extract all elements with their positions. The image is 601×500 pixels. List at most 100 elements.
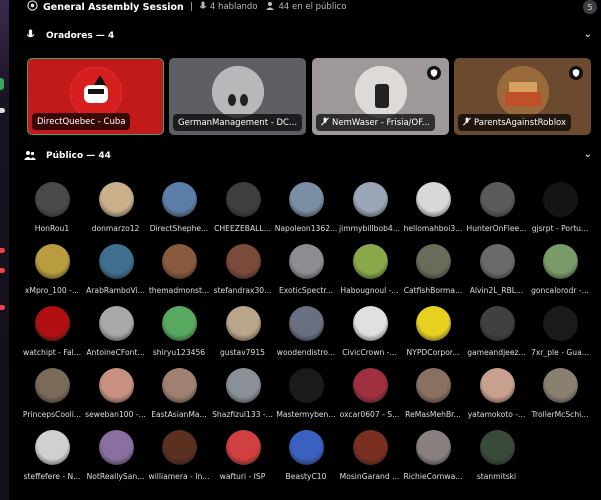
audience-member[interactable]: hellomahboi3... — [399, 180, 469, 242]
audience-member[interactable]: NYPDCorpor... — [399, 304, 469, 366]
member-name: donmarzo12 — [91, 224, 140, 233]
avatar — [225, 430, 261, 465]
audience-member[interactable]: Habougnoul -... — [336, 242, 406, 304]
avatar — [211, 66, 264, 118]
member-name: Alvin2L_RBL... — [469, 286, 524, 295]
avatar — [416, 368, 451, 403]
audience-member[interactable]: RichieCornwa... — [399, 428, 469, 490]
speaker-tile-parentsagainstroblox[interactable]: ParentsAgainstRoblox — [454, 58, 591, 135]
chevron-down-icon[interactable]: ⌄ — [584, 29, 592, 40]
audience-member[interactable]: DirectShephe... — [145, 180, 215, 242]
member-name: ReMasMehBr... — [405, 410, 461, 419]
audience-member[interactable]: BeastyC10 — [272, 428, 342, 490]
mic-icon — [199, 1, 207, 14]
audience-member[interactable]: oxcar0607 - S... — [336, 366, 406, 428]
member-name: EastAsianMa... — [151, 410, 207, 419]
avatar — [416, 430, 451, 465]
audience-member[interactable]: 7xr_ple - Gua... — [526, 304, 596, 366]
audience-member[interactable]: MosinGarand ... — [336, 428, 406, 490]
audience-member[interactable]: williamera - In... — [145, 428, 215, 490]
audience-member[interactable]: seweban100 -... — [82, 366, 152, 428]
avatar — [496, 66, 549, 118]
member-name: jimmybillbob4... — [338, 224, 401, 233]
avatar — [289, 244, 324, 279]
member-name: NYPDCorpor... — [406, 348, 460, 357]
avatar — [162, 368, 197, 403]
audience-member[interactable]: CHEEZEBALL... — [209, 180, 279, 242]
member-name: CHEEZEBALL... — [214, 224, 271, 233]
avatar — [35, 368, 70, 403]
member-name: goncalorodr -... — [531, 286, 589, 295]
avatar — [352, 430, 388, 465]
member-name: TrollerMcSchi... — [531, 410, 589, 419]
stage-icon — [27, 0, 38, 14]
audience-member[interactable]: AntoineCFont... — [82, 304, 152, 366]
audience-member[interactable]: stanmitski — [463, 428, 533, 490]
rail-notification-dot — [0, 268, 5, 273]
audience-member[interactable]: yatamokoto -... — [463, 366, 533, 428]
speaker-tile-directquebec[interactable]: DirectQuebec - Cuba — [27, 58, 164, 135]
audience-member[interactable]: CatfishBorma... — [399, 242, 469, 304]
audience-member[interactable]: Alvin2L_RBL... — [463, 242, 533, 304]
avatar — [289, 182, 324, 217]
audience-member[interactable]: wafturi - ISP — [209, 428, 279, 490]
audience-member[interactable]: EastAsianMa... — [145, 366, 215, 428]
audience-member[interactable]: Mastermyben... — [272, 366, 342, 428]
audience-member[interactable]: themadmonst... — [145, 242, 215, 304]
audience-member[interactable]: stefandrax30... — [209, 242, 279, 304]
member-name: oxcar0607 - S... — [339, 410, 400, 419]
audience-member[interactable]: CivicCrown -... — [336, 304, 406, 366]
member-name: MosinGarand ... — [339, 472, 400, 481]
avatar — [352, 182, 388, 217]
audience-member[interactable]: HunterOnFlee... — [463, 180, 533, 242]
audience-count-label: 44 en el público — [278, 2, 347, 12]
audience-member[interactable]: donmarzo12 — [82, 180, 152, 242]
rail-notification-dot — [0, 248, 5, 253]
audience-header[interactable]: Público — 44 ⌄ — [9, 146, 601, 166]
audience-member[interactable]: NotReallySan... — [82, 428, 152, 490]
audience-member[interactable]: gjsrpt - Portu... — [526, 180, 596, 242]
shield-icon — [569, 66, 583, 80]
member-name: HonRou1 — [34, 224, 70, 233]
avatar — [98, 244, 134, 279]
audience-member[interactable]: Shazfizul133 -... — [209, 366, 279, 428]
avatar — [225, 182, 261, 217]
audience-member[interactable]: Napoleon1362... — [272, 180, 342, 242]
audience-member[interactable]: gameandjeez... — [463, 304, 533, 366]
audience-member[interactable]: PrincepsCooli... — [18, 366, 88, 428]
audience-member[interactable]: gustav7915 — [209, 304, 279, 366]
notification-badge[interactable]: 5 — [583, 0, 597, 14]
audience-member[interactable]: watchipt - Fal... — [18, 304, 88, 366]
audience-member[interactable]: jimmybillbob4... — [336, 180, 406, 242]
audience-member[interactable]: ReMasMehBr... — [399, 366, 469, 428]
member-name: woodendistro... — [276, 348, 336, 357]
audience-member[interactable]: shiryu123456 — [145, 304, 215, 366]
member-name: ArabRamboVi... — [86, 286, 145, 295]
audience-member[interactable]: woodendistro... — [272, 304, 342, 366]
speaker-tile-germanmanagement[interactable]: GermanManagement - DC... — [169, 58, 306, 135]
speaker-tile-nemwaser[interactable]: NemWaser - Frisia/OF... — [312, 58, 449, 135]
avatar — [35, 306, 70, 341]
avatar — [416, 244, 451, 279]
audience-member[interactable]: goncalorodr -... — [526, 242, 596, 304]
chevron-down-icon[interactable]: ⌄ — [584, 149, 592, 160]
speakers-header[interactable]: Oradores — 4 ⌄ — [9, 26, 601, 46]
avatar — [479, 368, 515, 403]
audience-member[interactable]: HonRou1 — [18, 180, 88, 242]
audience-member[interactable]: xMpro_100 -... — [18, 242, 88, 304]
speaking-count: 4 hablando — [199, 1, 258, 14]
avatar — [162, 244, 197, 279]
audience-member[interactable]: ArabRamboVi... — [82, 242, 152, 304]
audience-label: Público — 44 — [46, 151, 111, 161]
audience-member[interactable]: ExoticSpectr... — [272, 242, 342, 304]
avatar — [352, 368, 388, 403]
speakers-label: Oradores — 4 — [46, 31, 115, 41]
member-name: NotReallySan... — [86, 472, 145, 481]
audience-member[interactable]: TrollerMcSchi... — [526, 366, 596, 428]
audience-member[interactable]: steffefere - N... — [18, 428, 88, 490]
avatar — [543, 182, 578, 217]
audience-count: 44 en el público — [265, 1, 347, 13]
member-name: Mastermyben... — [276, 410, 336, 419]
member-name: stanmitski — [476, 472, 517, 481]
people-icon — [23, 150, 37, 163]
